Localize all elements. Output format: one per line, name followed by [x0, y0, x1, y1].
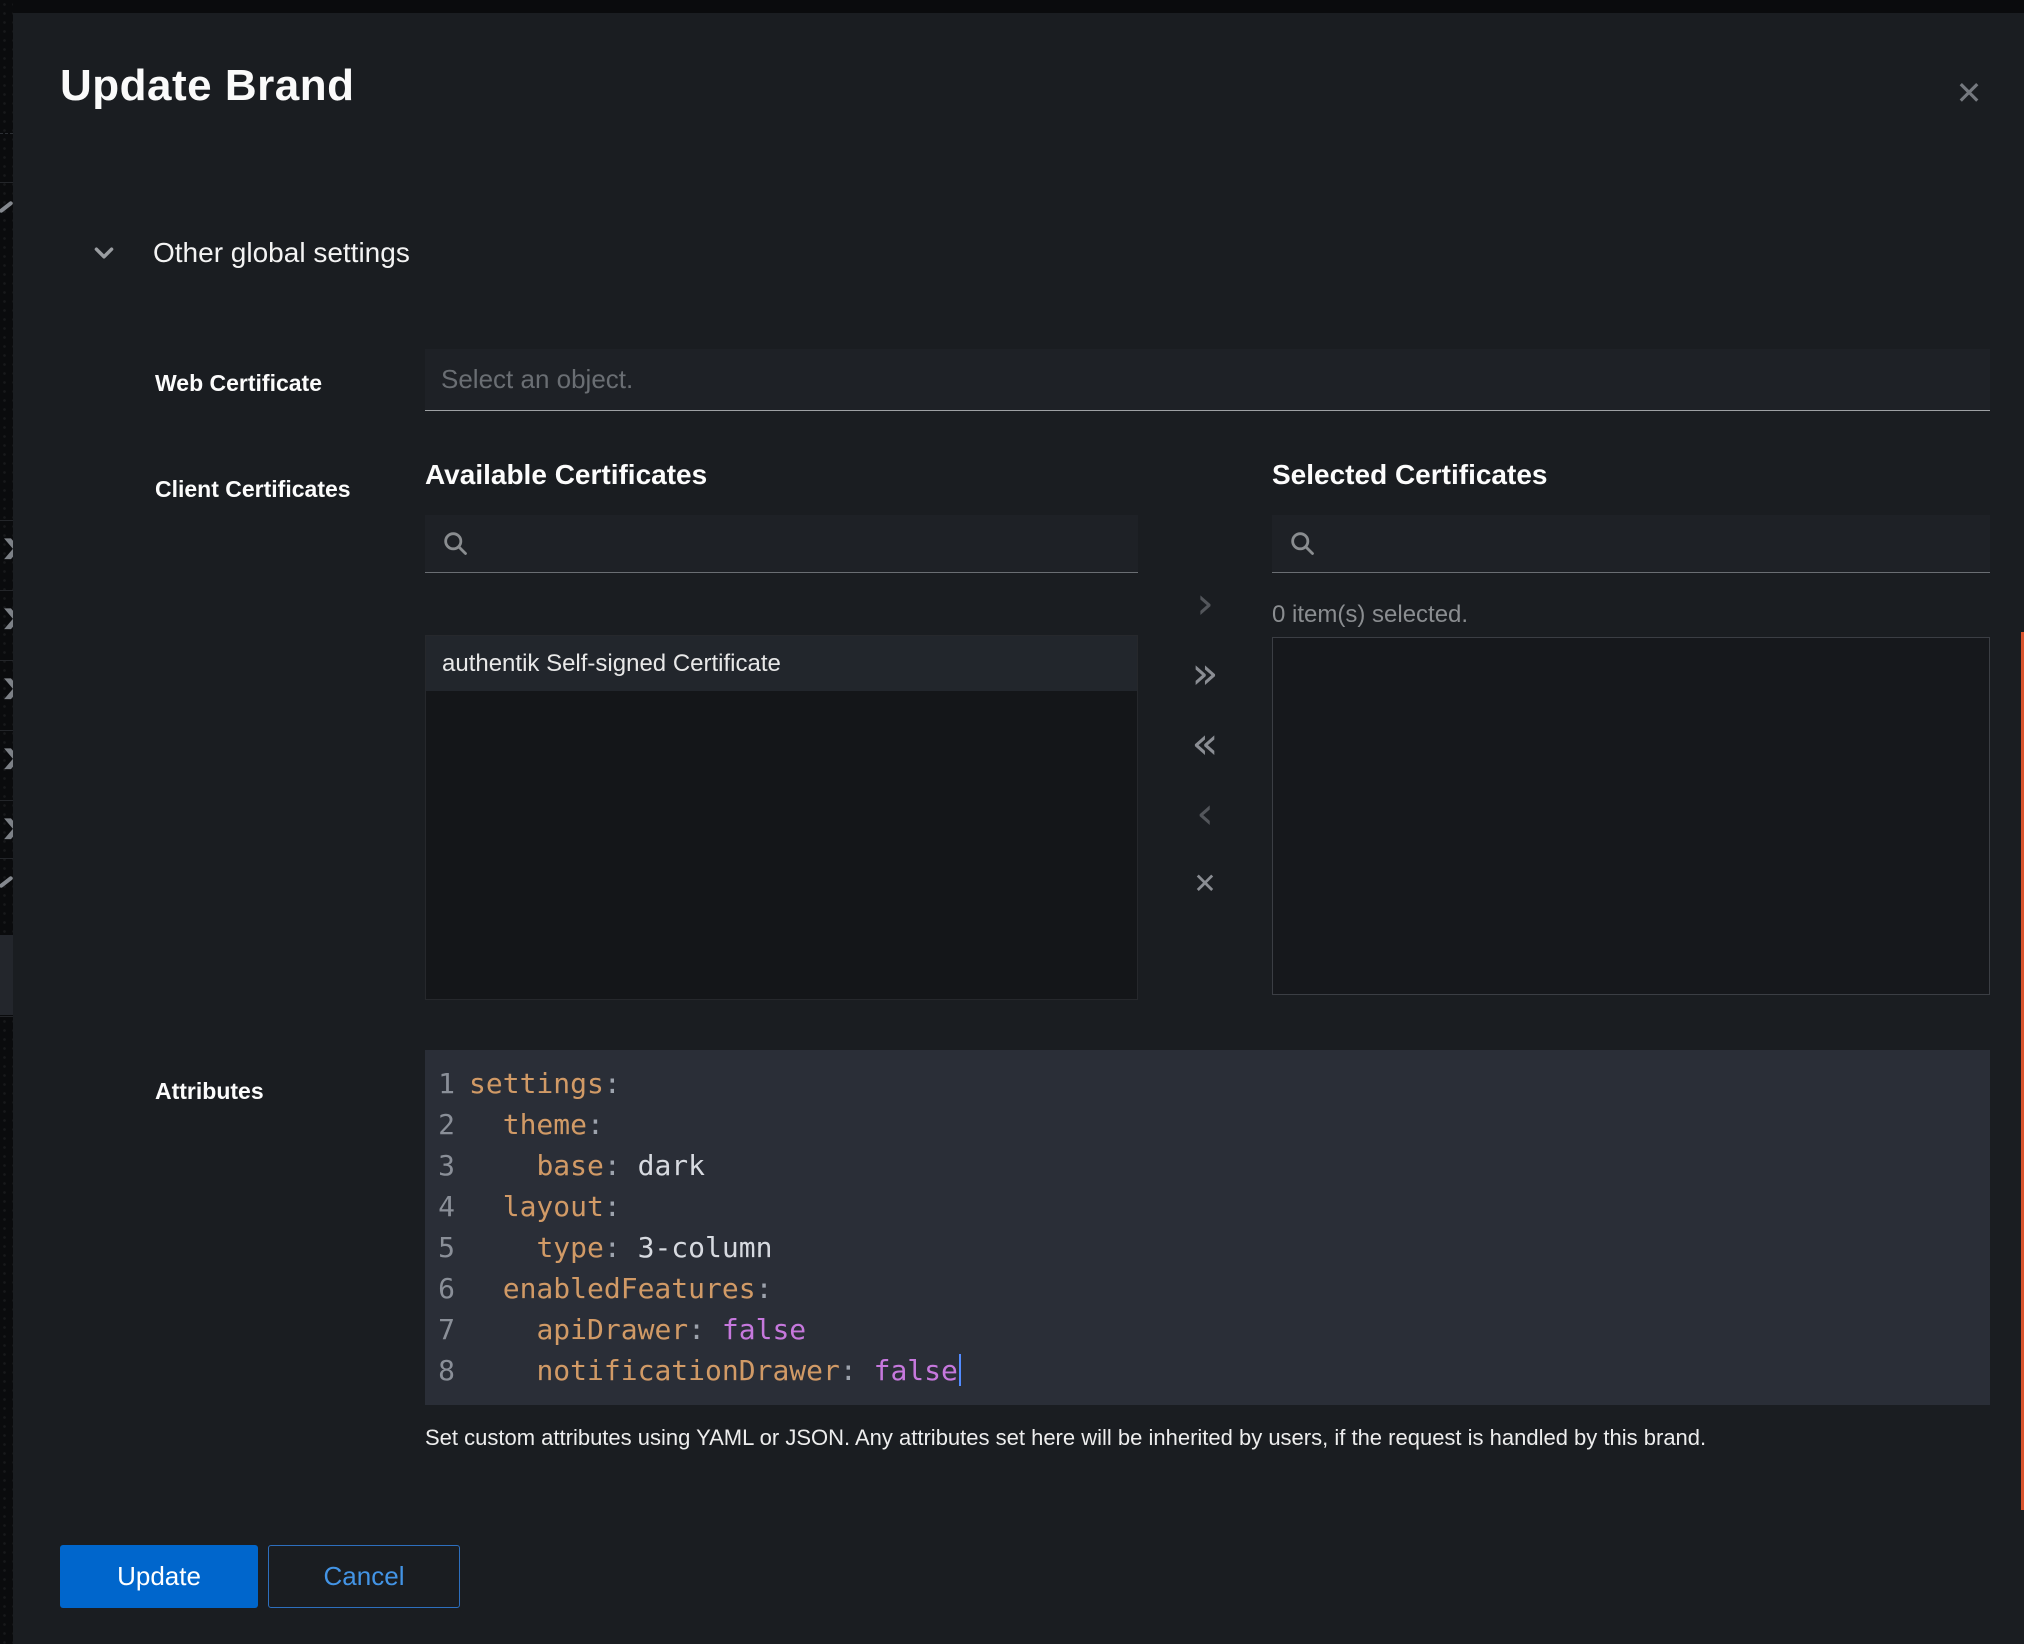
web-certificate-label: Web Certificate: [155, 370, 322, 397]
background-divider: [0, 660, 13, 661]
attributes-help-text: Set custom attributes using YAML or JSON…: [425, 1425, 1995, 1451]
background-highlighted-row-fragment: [0, 935, 13, 1015]
background-check-icon-fragment: [0, 200, 14, 213]
update-button[interactable]: Update: [60, 1545, 258, 1608]
move-all-left-button[interactable]: «: [1175, 724, 1235, 764]
selected-search-input[interactable]: [1330, 515, 1982, 572]
search-icon: [441, 529, 469, 557]
code-line-8: 8 notificationDrawer: false: [425, 1350, 1990, 1391]
search-icon: [1288, 529, 1316, 557]
code-line-5: 5 type: 3-column: [425, 1227, 1990, 1268]
available-search: [425, 515, 1138, 573]
code-line-2: 2 theme:: [425, 1104, 1990, 1145]
available-search-input[interactable]: [483, 515, 1130, 572]
selected-status: 0 item(s) selected.: [1272, 601, 1468, 629]
available-certificates-listbox: authentik Self-signed Certificate: [425, 635, 1138, 1000]
client-certificates-label: Client Certificates: [155, 476, 351, 503]
text-cursor: [959, 1354, 961, 1386]
update-brand-modal: Update Brand ✕ Other global settings Web…: [13, 13, 2024, 1644]
background-divider: [0, 520, 13, 521]
section-label: Other global settings: [153, 237, 410, 269]
close-button[interactable]: ✕: [1941, 65, 1997, 121]
background-page-sliver: ❯ ❯ ❯ ❯ ❯: [0, 0, 13, 1644]
selected-certificates-listbox: [1272, 637, 1990, 995]
move-all-right-button[interactable]: »: [1175, 654, 1235, 694]
transfer-buttons: › » « ‹ ✕: [1138, 584, 1272, 904]
cancel-button[interactable]: Cancel: [268, 1545, 460, 1608]
chevron-down-icon: [91, 240, 117, 266]
background-divider: [0, 590, 13, 591]
modal-title: Update Brand: [60, 61, 354, 111]
background-top-strip: [0, 0, 2024, 13]
close-icon: ✕: [1956, 74, 1983, 112]
available-certificates-heading: Available Certificates: [425, 459, 707, 491]
selected-search: [1272, 515, 1990, 573]
background-divider: [0, 858, 13, 859]
code-line-6: 6 enabledFeatures:: [425, 1268, 1990, 1309]
background-divider: [0, 133, 13, 134]
move-left-button[interactable]: ‹: [1175, 794, 1235, 834]
move-right-button[interactable]: ›: [1175, 584, 1235, 624]
available-certificate-item[interactable]: authentik Self-signed Certificate: [426, 636, 1137, 691]
code-line-7: 7 apiDrawer: false: [425, 1309, 1990, 1350]
section-toggle-other-global-settings[interactable]: Other global settings: [91, 231, 410, 275]
web-certificate-input[interactable]: [425, 349, 1990, 411]
background-divider: [0, 800, 13, 801]
attributes-label: Attributes: [155, 1078, 264, 1105]
background-divider: [0, 182, 13, 183]
background-divider: [0, 730, 13, 731]
attributes-code-editor[interactable]: 1settings:2 theme:3 base: dark4 layout:5…: [425, 1050, 1990, 1405]
background-divider: [0, 1016, 13, 1017]
code-line-4: 4 layout:: [425, 1186, 1990, 1227]
background-check-icon-fragment: [0, 875, 14, 888]
clear-selection-button[interactable]: ✕: [1175, 864, 1235, 904]
code-line-3: 3 base: dark: [425, 1145, 1990, 1186]
code-line-1: 1settings:: [425, 1063, 1990, 1104]
selected-certificates-heading: Selected Certificates: [1272, 459, 1547, 491]
